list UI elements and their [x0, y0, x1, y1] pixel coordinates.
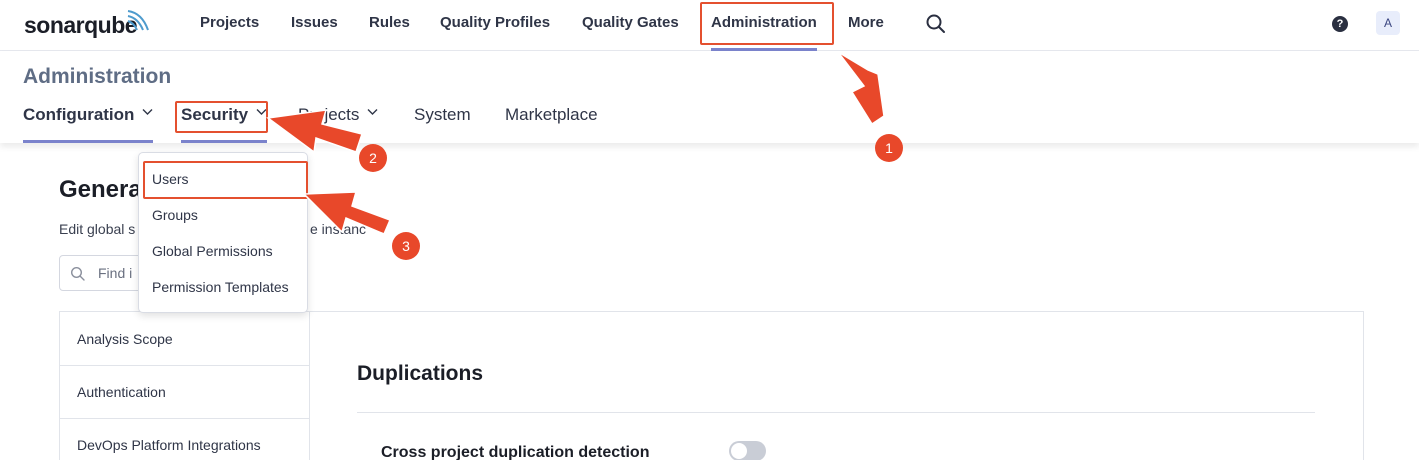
- settings-category-list: Analysis Scope Authentication DevOps Pla…: [59, 311, 309, 460]
- tab-projects-label: Projects: [298, 105, 360, 124]
- section-title: Genera: [59, 176, 142, 203]
- logo-arcs-icon: [127, 10, 149, 31]
- page-title: Administration: [23, 65, 172, 88]
- step-badge-3: 3: [392, 232, 420, 260]
- topnav-quality-gates[interactable]: Quality Gates: [582, 0, 679, 51]
- search-icon[interactable]: [925, 13, 947, 35]
- topnav-rules[interactable]: Rules: [369, 0, 410, 51]
- topnav-issues[interactable]: Issues: [291, 0, 338, 51]
- panel-section-title: Duplications: [357, 362, 484, 385]
- settings-panel: Duplications Cross project duplication d…: [309, 311, 1364, 460]
- category-item-analysis-scope[interactable]: Analysis Scope: [60, 312, 309, 366]
- tab-configuration[interactable]: Configuration: [23, 105, 154, 143]
- highlight-security: [175, 101, 268, 133]
- step-badge-1: 1: [875, 134, 903, 162]
- highlight-users: [143, 161, 308, 199]
- tab-marketplace[interactable]: Marketplace: [505, 105, 598, 143]
- highlight-administration: [700, 2, 834, 45]
- avatar[interactable]: A: [1376, 11, 1400, 35]
- help-icon[interactable]: ?: [1332, 16, 1348, 32]
- tab-marketplace-label: Marketplace: [505, 105, 598, 124]
- topnav-projects[interactable]: Projects: [200, 0, 259, 51]
- panel-divider: [357, 412, 1315, 413]
- chevron-down-icon: [367, 109, 378, 115]
- menu-item-global-permissions[interactable]: Global Permissions: [139, 233, 307, 269]
- tab-system[interactable]: System: [414, 105, 471, 143]
- menu-item-permission-templates[interactable]: Permission Templates: [139, 269, 307, 305]
- chevron-down-icon: [142, 109, 153, 115]
- menu-item-groups[interactable]: Groups: [139, 197, 307, 233]
- category-item-authentication[interactable]: Authentication: [60, 366, 309, 419]
- search-icon: [70, 266, 85, 281]
- logo-text: sonarqube: [24, 12, 138, 38]
- sonarqube-logo[interactable]: sonarqube: [24, 10, 149, 40]
- section-description-left: Edit global s: [59, 221, 136, 237]
- category-item-devops-platform-integrations[interactable]: DevOps Platform Integrations: [60, 419, 309, 460]
- tab-projects[interactable]: Projects: [298, 105, 378, 143]
- section-description-right: e instanc: [310, 221, 367, 237]
- tab-system-label: System: [414, 105, 471, 124]
- cross-project-duplication-toggle[interactable]: [729, 441, 766, 460]
- topnav-more[interactable]: More: [848, 0, 884, 51]
- tab-configuration-label: Configuration: [23, 105, 135, 124]
- setting-label: Cross project duplication detection: [381, 444, 650, 460]
- topnav-quality-profiles[interactable]: Quality Profiles: [440, 0, 550, 51]
- step-badge-2: 2: [359, 144, 387, 172]
